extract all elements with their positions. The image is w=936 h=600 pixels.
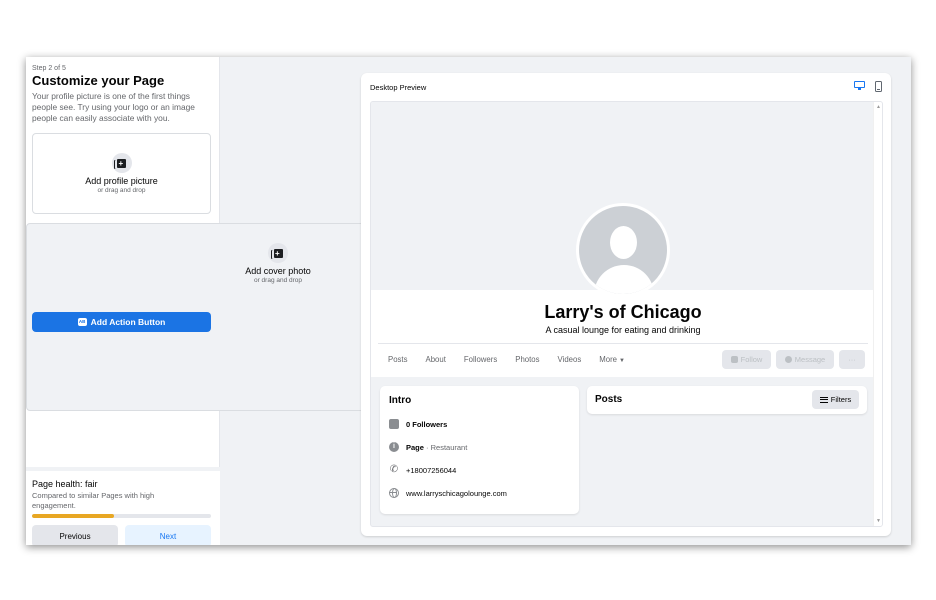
preview-scrollbar[interactable]: ▲ ▼ [873, 102, 882, 526]
scroll-up-arrow-icon[interactable]: ▲ [874, 103, 882, 111]
page-setup-window: Step 2 of 5 Customize your Page Your pro… [26, 57, 911, 545]
desktop-view-icon[interactable] [854, 81, 865, 90]
add-photo-icon [111, 153, 132, 173]
intro-website: www.larryschicagolounge.com [389, 488, 507, 498]
filters-button[interactable]: Filters [812, 390, 859, 409]
intro-phone: ✆ +18007256044 [389, 465, 456, 475]
filters-label: Filters [830, 395, 852, 404]
page-type-value: · Restaurant [423, 442, 468, 452]
message-label: Message [794, 355, 826, 364]
more-options-button[interactable]: ··· [839, 350, 865, 369]
add-profile-picture-card[interactable]: Add profile picture or drag and drop [32, 133, 211, 214]
posts-card: Posts Filters [587, 386, 867, 414]
globe-icon [389, 488, 399, 498]
caret-down-icon: ▼ [619, 358, 625, 364]
action-button-icon: AB [77, 318, 87, 326]
tab-photos[interactable]: Photos [515, 352, 539, 369]
intro-page-type: i Page · Restaurant [389, 442, 467, 452]
previous-button[interactable]: Previous [32, 525, 118, 545]
scroll-down-arrow-icon[interactable]: ▼ [874, 517, 882, 525]
follow-label: Follow [740, 355, 763, 364]
add-photo-icon [268, 243, 288, 263]
tab-more-label: More [599, 355, 618, 364]
page-health-title: Page health: fair [32, 479, 98, 489]
filters-icon [819, 396, 828, 403]
followers-icon [389, 419, 399, 429]
intro-title: Intro [389, 395, 412, 406]
page-health-progress-bar [32, 514, 211, 518]
header-divider [378, 343, 868, 344]
follow-button[interactable]: Follow [722, 350, 771, 369]
sidebar-description: Your profile picture is one of the first… [32, 91, 195, 123]
add-profile-picture-label: Add profile picture [85, 176, 158, 186]
page-name: Larry's of Chicago [544, 302, 702, 322]
preview-viewport: Larry's of Chicago A casual lounge for e… [370, 101, 883, 527]
tab-videos[interactable]: Videos [558, 352, 582, 369]
message-button[interactable]: Message [776, 350, 834, 369]
intro-card: Intro 0 Followers i Page · Restaurant ✆ … [380, 386, 579, 514]
intro-followers: 0 Followers [389, 419, 447, 429]
page-health-section: Page health: fair Compared to similar Pa… [26, 467, 220, 545]
followers-count: 0 Followers [406, 419, 448, 429]
website-link[interactable]: www.larryschicagolounge.com [406, 489, 507, 498]
phone-icon: ✆ [389, 464, 399, 475]
next-button[interactable]: Next [125, 525, 211, 545]
page-health-progress-fill [32, 514, 115, 518]
drag-drop-hint: or drag and drop [97, 187, 146, 194]
avatar-body [594, 265, 654, 294]
info-icon: i [389, 442, 399, 452]
step-indicator: Step 2 of 5 [32, 65, 66, 72]
page-type-label: Page [406, 442, 424, 452]
tab-more[interactable]: More ▼ [599, 352, 625, 369]
tab-followers[interactable]: Followers [464, 352, 497, 369]
profile-avatar [576, 203, 670, 297]
add-action-button-label: Add Action Button [90, 317, 166, 327]
phone-number: +18007256044 [406, 465, 457, 475]
messenger-icon [784, 356, 792, 363]
mobile-view-icon[interactable] [875, 81, 882, 92]
page-health-description: Compared to similar Pages with high enga… [32, 491, 155, 510]
preview-panel: Desktop Preview Larry's of Chicago A cas… [361, 73, 891, 536]
tab-posts[interactable]: Posts [388, 352, 408, 369]
page-description: A casual lounge for eating and drinking [545, 325, 701, 335]
page-tabs: Posts About Followers Photos Videos More… [388, 352, 643, 369]
add-action-button[interactable]: AB Add Action Button [32, 312, 211, 332]
page-title: Customize your Page [32, 73, 165, 88]
follow-icon [730, 356, 738, 363]
tab-about[interactable]: About [426, 352, 446, 369]
avatar-head [610, 226, 637, 259]
preview-view-toggle [854, 81, 882, 92]
setup-sidebar: Step 2 of 5 Customize your Page Your pro… [26, 57, 530, 545]
page-actions: Follow Message ··· [722, 350, 865, 369]
posts-title: Posts [595, 394, 623, 405]
preview-title: Desktop Preview [370, 83, 427, 92]
